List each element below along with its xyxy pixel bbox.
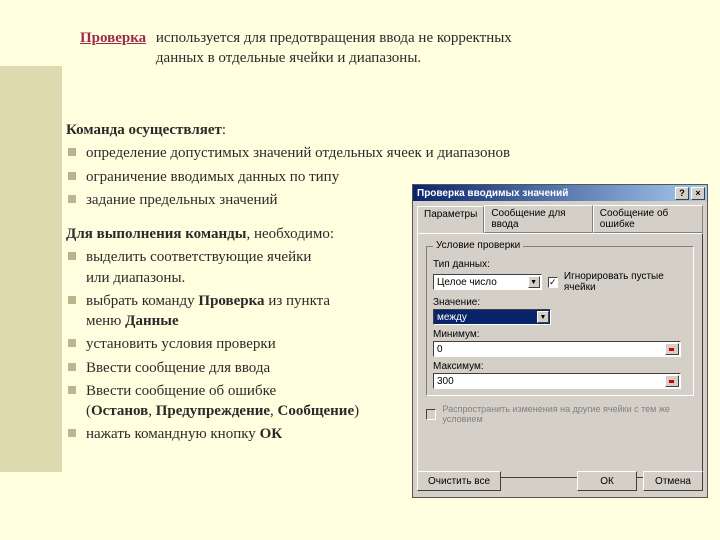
dialog-tabs: Параметры Сообщение для ввода Сообщение … (413, 201, 707, 233)
ignore-blank-checkbox[interactable]: ✓ (548, 277, 558, 288)
chevron-down-icon: ▼ (537, 311, 549, 323)
tab-error-message[interactable]: Сообщение об ошибке (593, 205, 703, 233)
list-item: выбрать команду Проверка из пунктаменю Д… (66, 291, 406, 332)
list-item: определение допустимых значений отдельны… (66, 143, 686, 163)
range-selector-icon[interactable] (665, 343, 679, 355)
section1-heading: Команда осуществляет (66, 122, 222, 138)
maximum-input[interactable]: 300 (433, 373, 681, 389)
cancel-button[interactable]: Отмена (643, 471, 703, 491)
list-item: установить условия проверки (66, 334, 406, 354)
label-value: Значение: (433, 297, 687, 308)
header-desc-1: используется для предотвращения ввода не… (156, 30, 512, 46)
section2-list: выделить соответствующие ячейкиили диапа… (66, 247, 406, 444)
dialog-buttons: Очистить все ОК Отмена (417, 471, 703, 491)
apply-changes-checkbox (426, 409, 436, 420)
group-title: Условие проверки (433, 240, 523, 251)
list-item: Ввести сообщение для ввода (66, 358, 406, 378)
apply-changes-label: Распространить изменения на другие ячейк… (442, 404, 694, 424)
validation-dialog: Проверка вводимых значений ? × Параметры… (412, 184, 708, 498)
label-min: Минимум: (433, 329, 687, 340)
side-accent (0, 66, 62, 472)
chevron-down-icon: ▼ (528, 276, 540, 288)
ignore-blank-label: Игнорировать пустые ячейки (564, 271, 687, 293)
section2-heading: Для выполнения команды (66, 226, 246, 242)
dialog-titlebar[interactable]: Проверка вводимых значений ? × (413, 185, 707, 201)
data-combobox[interactable]: между ▼ (433, 309, 551, 325)
dialog-title: Проверка вводимых значений (417, 188, 568, 199)
header-desc-2: данных в отдельные ячейки и диапазоны. (156, 50, 421, 66)
criteria-group: Условие проверки Тип данных: Целое число… (426, 246, 694, 396)
list-item: нажать командную кнопку ОК (66, 424, 406, 444)
page-header: Проверка используется для предотвращения… (80, 28, 690, 69)
allow-combobox[interactable]: Целое число ▼ (433, 274, 542, 290)
list-item: Ввести сообщение об ошибке(Останов, Пред… (66, 381, 406, 422)
help-button[interactable]: ? (675, 187, 689, 200)
minimum-input[interactable]: 0 (433, 341, 681, 357)
range-selector-icon[interactable] (665, 375, 679, 387)
label-type: Тип данных: (433, 259, 687, 270)
tab-input-message[interactable]: Сообщение для ввода (484, 205, 592, 233)
ok-button[interactable]: ОК (577, 471, 637, 491)
list-item: выделить соответствующие ячейкиили диапа… (66, 247, 406, 288)
clear-all-button[interactable]: Очистить все (417, 471, 501, 491)
tab-body: Условие проверки Тип данных: Целое число… (417, 233, 703, 478)
page-title: Проверка (80, 30, 146, 46)
close-button[interactable]: × (691, 187, 705, 200)
label-max: Максимум: (433, 361, 687, 372)
tab-parameters[interactable]: Параметры (417, 206, 484, 234)
